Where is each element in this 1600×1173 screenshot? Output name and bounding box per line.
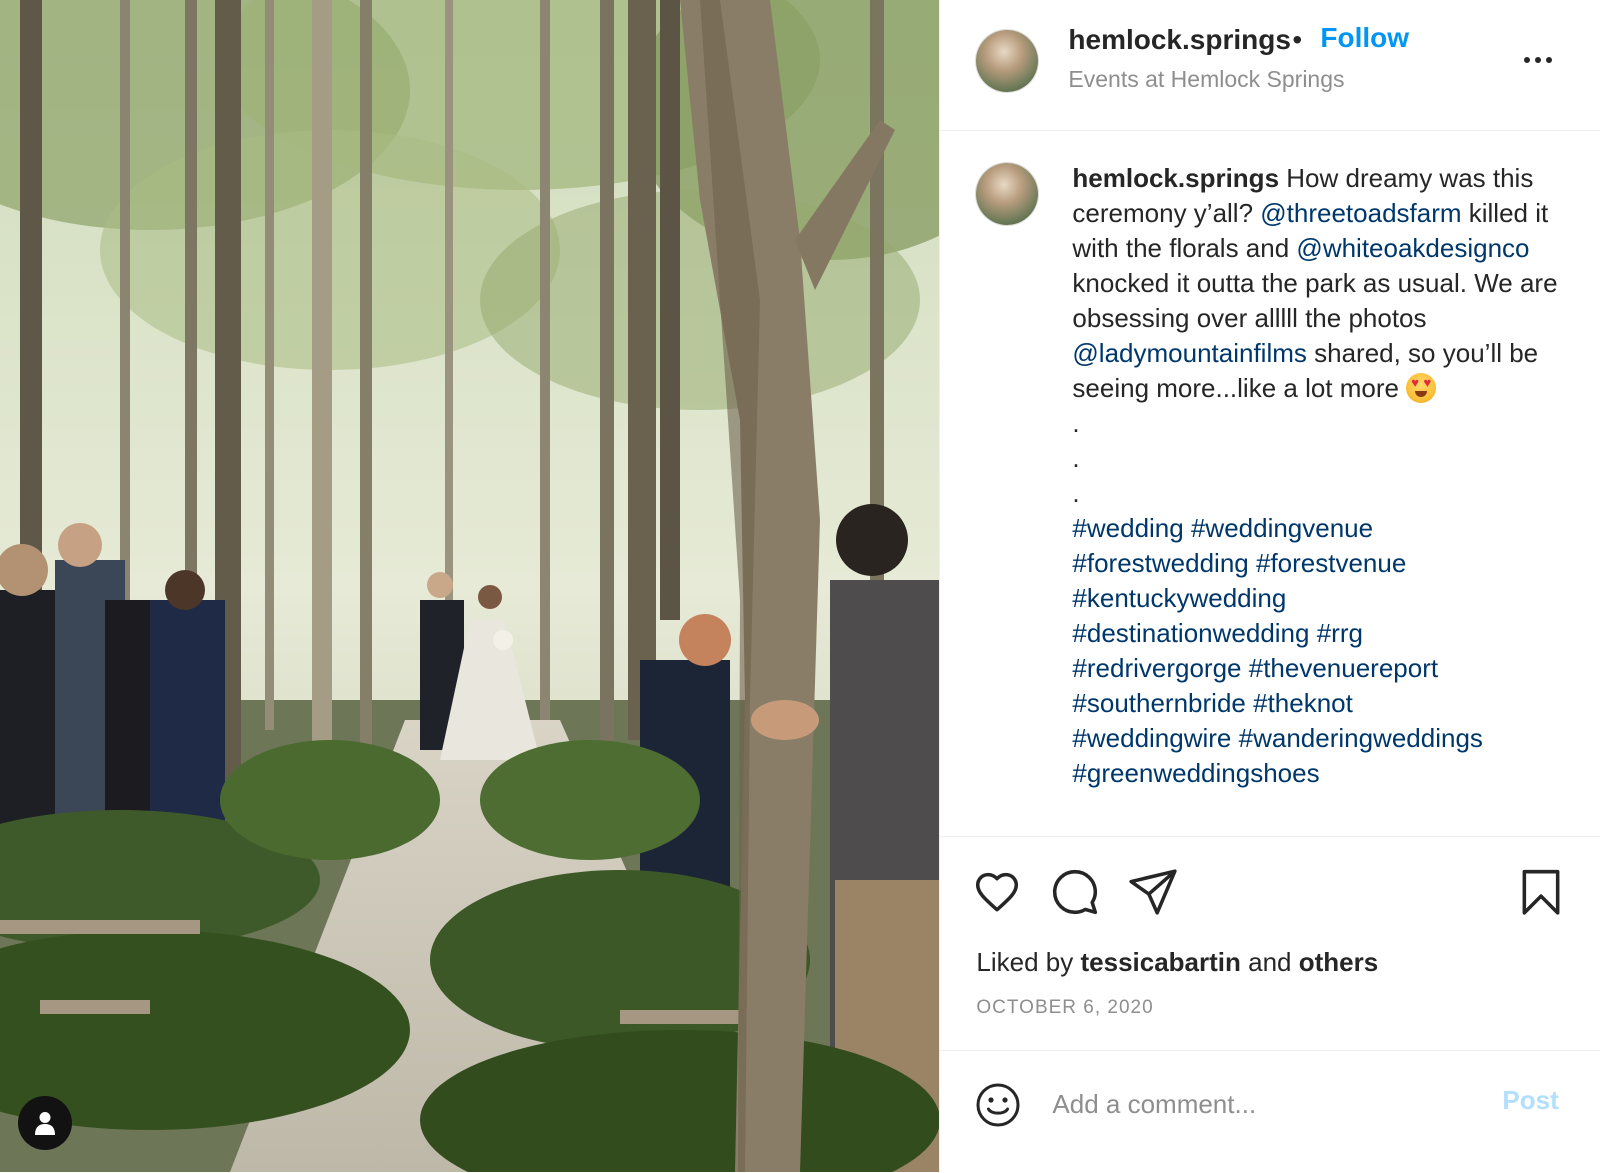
- hashtag-link[interactable]: #theknot: [1253, 688, 1353, 718]
- hashtag-link[interactable]: #weddingwire: [1072, 723, 1231, 753]
- hashtag-link[interactable]: #kentuckywedding: [1072, 583, 1286, 613]
- share-icon[interactable]: [1128, 867, 1178, 917]
- header-username[interactable]: hemlock.springs: [1068, 24, 1291, 56]
- mention-link[interactable]: @ladymountainfilms: [1072, 338, 1306, 368]
- hashtag-link[interactable]: #thevenuereport: [1249, 653, 1438, 683]
- location-link[interactable]: Events at Hemlock Springs: [1068, 66, 1344, 93]
- hashtag-link[interactable]: #wedding: [1072, 513, 1183, 543]
- avatar[interactable]: [976, 30, 1039, 92]
- instagram-post: hemlock.springs • Follow Events at Hemlo…: [0, 0, 1600, 1172]
- caption-dot: .: [1072, 408, 1080, 438]
- caption-username[interactable]: hemlock.springs: [1072, 163, 1279, 193]
- bookmark-icon[interactable]: [1516, 867, 1566, 917]
- heart-icon[interactable]: [972, 867, 1022, 917]
- liked-user-link[interactable]: tessicabartin: [1080, 947, 1240, 977]
- hashtag-link[interactable]: #greenweddingshoes: [1072, 758, 1319, 788]
- caption-text-part: knocked it outta the park as usual. We a…: [1072, 268, 1558, 333]
- liked-and-label: and: [1240, 947, 1299, 977]
- mention-link[interactable]: @whiteoakdesignco: [1296, 233, 1529, 263]
- caption-avatar[interactable]: [976, 163, 1039, 225]
- heart-eyes-emoji: [1406, 373, 1437, 403]
- post-header: hemlock.springs • Follow Events at Hemlo…: [940, 0, 1600, 131]
- comment-icon[interactable]: [1050, 867, 1100, 917]
- forest-ceremony-image: [0, 0, 940, 1172]
- caption-dot: .: [1072, 478, 1080, 508]
- follow-button[interactable]: Follow: [1320, 22, 1409, 54]
- liked-others-link[interactable]: others: [1299, 947, 1378, 977]
- post-actions: Liked by tessicabartin and others OCTOBE…: [940, 836, 1600, 1051]
- separator-dot: •: [1292, 24, 1303, 55]
- emoji-icon[interactable]: [974, 1081, 1022, 1129]
- hashtag-link[interactable]: #southernbride: [1072, 688, 1245, 718]
- more-options-icon[interactable]: [1518, 40, 1558, 80]
- hashtag-link[interactable]: #destinationwedding: [1072, 618, 1309, 648]
- liked-by-label: Liked by: [976, 947, 1081, 977]
- hashtag-link[interactable]: #rrg: [1317, 618, 1363, 648]
- post-photo[interactable]: [0, 0, 940, 1172]
- post-comment-button[interactable]: Post: [1502, 1085, 1558, 1116]
- post-side-panel: hemlock.springs • Follow Events at Hemlo…: [939, 0, 1600, 1172]
- caption-dot: .: [1072, 443, 1080, 473]
- likes-summary: Liked by tessicabartin and others: [976, 947, 1378, 978]
- post-date[interactable]: OCTOBER 6, 2020: [976, 997, 1153, 1019]
- comment-bar: Post: [940, 1050, 1600, 1173]
- hashtag-link[interactable]: #forestwedding: [1072, 548, 1248, 578]
- hashtag-link[interactable]: #forestvenue: [1256, 548, 1406, 578]
- tagged-users-button[interactable]: [18, 1096, 72, 1150]
- comment-input[interactable]: [1050, 1081, 1485, 1127]
- caption-text: hemlock.springs How dreamy was this cere…: [1072, 161, 1582, 791]
- caption-section: hemlock.springs How dreamy was this cere…: [940, 131, 1600, 836]
- person-icon: [35, 1112, 55, 1135]
- mention-link[interactable]: @threetoadsfarm: [1260, 198, 1461, 228]
- hashtag-link[interactable]: #wanderingweddings: [1239, 723, 1483, 753]
- hashtag-link[interactable]: #redrivergorge: [1072, 653, 1241, 683]
- hashtag-link[interactable]: #weddingvenue: [1191, 513, 1373, 543]
